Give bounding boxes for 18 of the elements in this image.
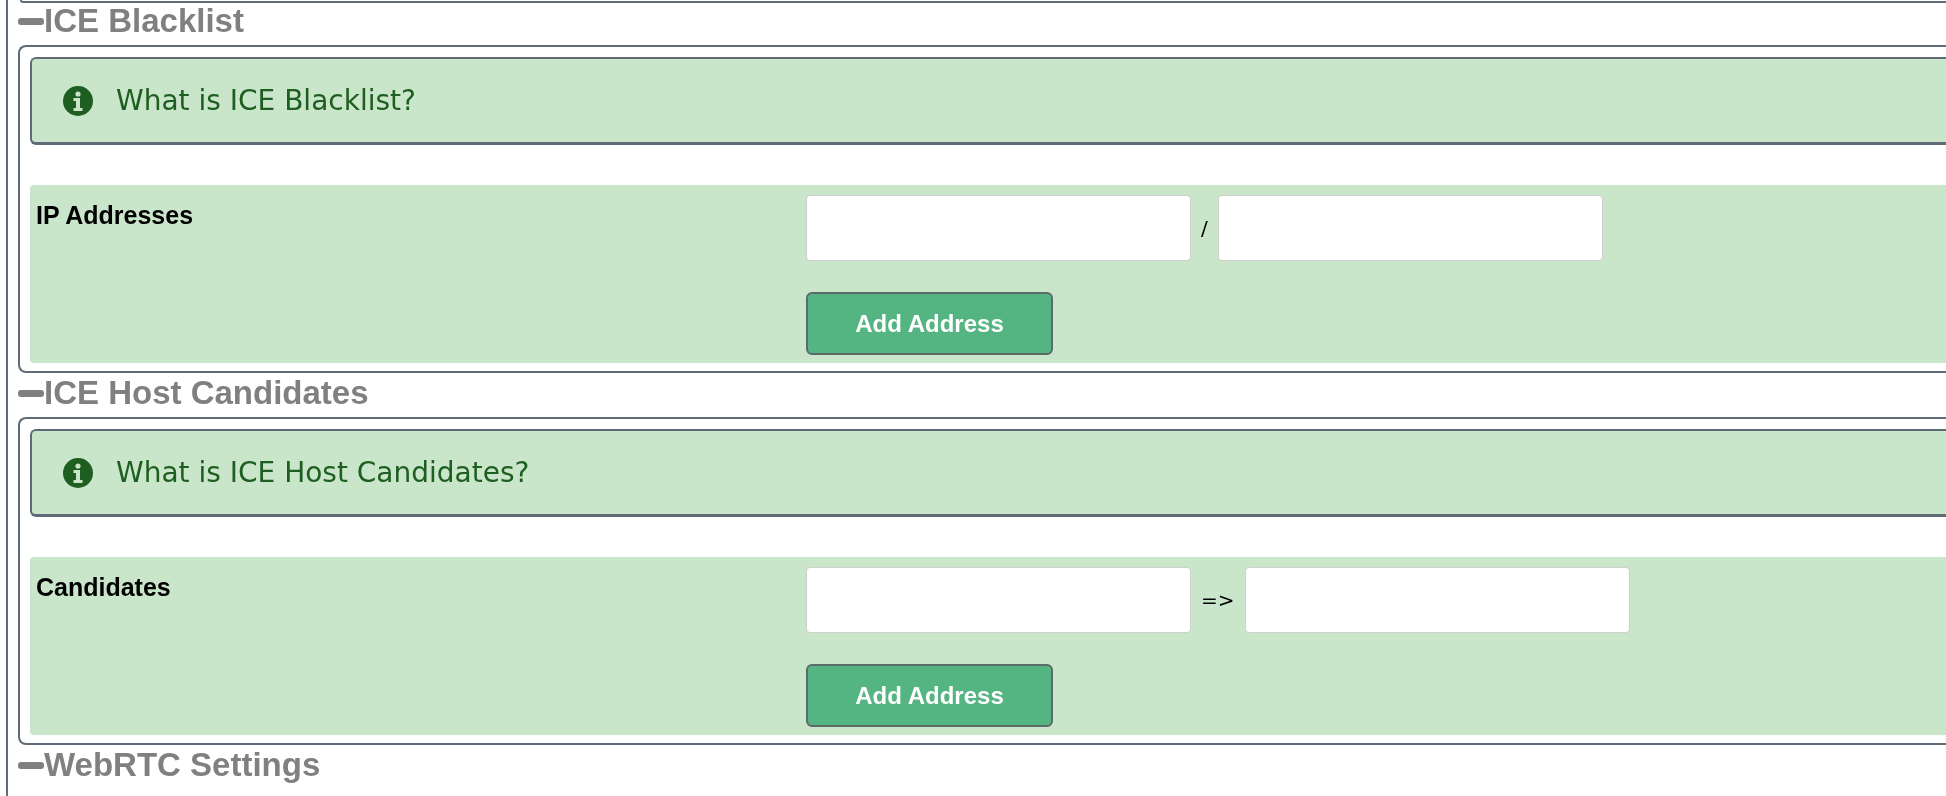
separator-text: => [1200,588,1236,612]
section-title: ICE Host Candidates [44,375,369,411]
field-label: IP Addresses [36,200,195,231]
collapse-icon[interactable] [18,761,44,769]
info-icon [62,456,94,489]
input-field[interactable] [806,567,1191,633]
section-title: ICE Blacklist [44,3,244,39]
input-field[interactable] [806,195,1191,261]
input-field[interactable] [1217,195,1603,261]
section-title: WebRTC Settings [44,747,321,783]
info-link[interactable]: What is ICE Host Candidates? [116,456,530,489]
info-link[interactable]: What is ICE Blacklist? [116,84,416,117]
field-label: Candidates [36,572,172,603]
collapse-icon[interactable] [18,389,44,397]
separator-text: / [1200,216,1209,240]
collapse-icon[interactable] [18,17,44,25]
input-field[interactable] [1244,567,1630,633]
info-icon [62,84,94,117]
